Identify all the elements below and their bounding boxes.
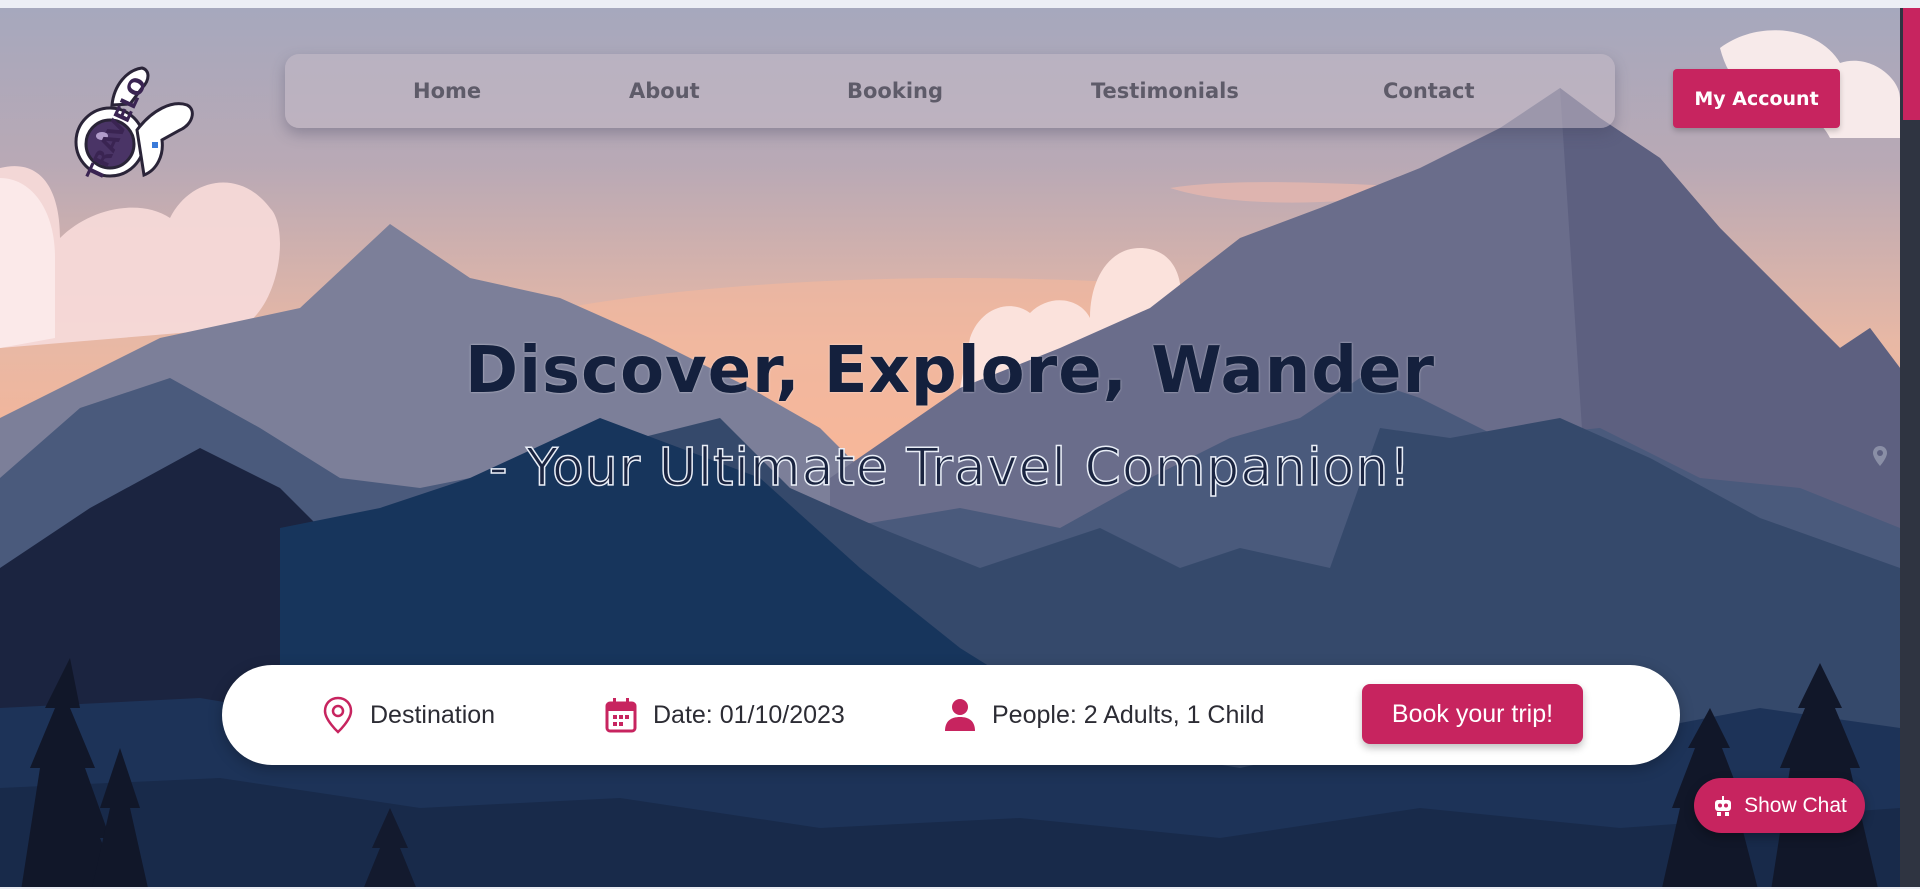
date-label: Date: 01/10/2023	[653, 700, 845, 729]
scrollbar-thumb[interactable]	[1903, 8, 1920, 120]
location-pin-icon	[323, 696, 353, 734]
people-label: People: 2 Adults, 1 Child	[992, 700, 1265, 729]
date-field[interactable]: Date: 01/10/2023	[605, 665, 845, 765]
hero-section: TRAVELO Home About Booking Testimonials …	[0, 8, 1900, 887]
travelo-logo[interactable]: TRAVELO	[52, 60, 202, 200]
nav-about[interactable]: About	[629, 69, 700, 113]
page-scrollbar[interactable]	[1900, 8, 1920, 887]
nav-booking[interactable]: Booking	[847, 69, 943, 113]
destination-field[interactable]: Destination	[322, 665, 495, 765]
people-field[interactable]: People: 2 Adults, 1 Child	[944, 665, 1264, 765]
show-chat-label: Show Chat	[1744, 793, 1847, 817]
hero-headline: Discover, Explore, Wander	[464, 334, 1436, 408]
side-location-icon[interactable]	[1872, 445, 1888, 467]
chat-bot-icon	[1715, 795, 1732, 816]
show-chat-button[interactable]: Show Chat	[1694, 778, 1865, 833]
nav-contact[interactable]: Contact	[1383, 69, 1475, 113]
book-trip-button[interactable]: Book your trip!	[1362, 684, 1583, 744]
person-icon	[945, 699, 975, 731]
nav-testimonials[interactable]: Testimonials	[1091, 69, 1239, 113]
calendar-icon	[605, 698, 637, 733]
top-strip	[0, 0, 1920, 8]
my-account-button[interactable]: My Account	[1673, 69, 1840, 128]
booking-search-bar: Destination Date: 01/10/2023 People: 2 A…	[222, 665, 1680, 765]
nav-home[interactable]: Home	[413, 69, 481, 113]
destination-label: Destination	[370, 700, 496, 729]
main-navbar: Home About Booking Testimonials Contact	[285, 54, 1615, 128]
hero-subline: - Your Ultimate Travel Companion!	[488, 437, 1412, 499]
